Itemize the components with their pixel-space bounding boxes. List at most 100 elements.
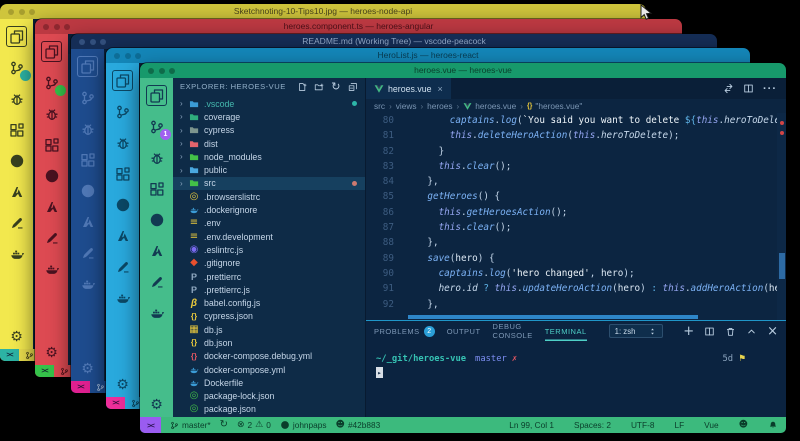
file-tree-item-Dockerfile[interactable]: Dockerfile [173, 376, 365, 389]
zoom-window-button[interactable] [64, 24, 70, 30]
sync-status[interactable]: ↻ [220, 420, 228, 430]
activity-source-control-icon[interactable] [77, 87, 98, 108]
eol-status[interactable]: LF [674, 420, 684, 430]
activity-pen-icon[interactable] [6, 212, 27, 233]
editor-scrollbar[interactable] [777, 113, 786, 320]
file-tree-item-src[interactable]: ›src [173, 177, 365, 190]
activity-settings-icon[interactable]: ⚙ [140, 398, 173, 412]
file-tree-item-node-modules[interactable]: ›node_modules [173, 150, 365, 163]
titlebar[interactable]: README.md (Working Tree) — vscode-peacoc… [71, 34, 717, 49]
peacock-color-status[interactable]: ☻#42b883 [336, 420, 381, 430]
language-status[interactable]: Vue [704, 420, 718, 430]
activity-source-control-icon[interactable] [6, 57, 27, 78]
file-tree-item-public[interactable]: ›public [173, 163, 365, 176]
file-tree-item--prettierrc-js[interactable]: P.prettierrc.js [173, 283, 365, 296]
close-window-button[interactable] [79, 39, 85, 45]
split-editor-icon[interactable] [743, 83, 754, 94]
activity-pen-icon[interactable] [146, 271, 167, 292]
activity-docker-icon[interactable] [146, 302, 167, 323]
titlebar[interactable]: Sketchnoting-10-Tips10.jpg — heroes-node… [0, 4, 646, 19]
file-tree-item-db-json[interactable]: {}db.json [173, 336, 365, 349]
zoom-window-button[interactable] [29, 9, 35, 15]
minimize-window-button[interactable] [54, 24, 60, 30]
activity-github-icon[interactable] [41, 165, 62, 186]
activity-explorer-icon[interactable] [146, 85, 167, 106]
activity-github-icon[interactable] [146, 209, 167, 230]
collapse-panel-icon[interactable] [746, 326, 757, 337]
breadcrumb-item[interactable]: {}"heroes.vue" [527, 101, 582, 111]
activity-extensions-icon[interactable] [112, 163, 133, 184]
refresh-icon[interactable]: ↻ [331, 81, 341, 92]
horizontal-scrollbar-thumb[interactable] [408, 315, 698, 319]
activity-azure-icon[interactable] [77, 211, 98, 232]
terminal-shell-select[interactable]: 1: zsh [609, 324, 664, 338]
traffic-lights[interactable] [114, 53, 141, 59]
activity-source-control-icon[interactable] [112, 101, 133, 122]
close-window-button[interactable] [114, 53, 120, 59]
file-tree-item--vscode[interactable]: ›.vscode [173, 97, 365, 110]
code-editor[interactable]: 80captains.log(`You said you want to del… [366, 113, 786, 320]
zoom-window-button[interactable] [100, 39, 106, 45]
activity-explorer-icon[interactable] [41, 41, 62, 62]
scrollbar-thumb[interactable] [779, 253, 785, 279]
activity-debug-icon[interactable] [41, 103, 62, 124]
file-tree-item-package-json[interactable]: ◎package.json [173, 403, 365, 416]
line-col-status[interactable]: Ln 99, Col 1 [509, 420, 554, 430]
close-window-button[interactable] [8, 9, 14, 15]
activity-extensions-icon[interactable] [41, 134, 62, 155]
traffic-lights[interactable] [43, 24, 70, 30]
activity-azure-icon[interactable] [41, 196, 62, 217]
split-panel-icon[interactable] [704, 326, 715, 337]
collapse-all-icon[interactable] [348, 82, 358, 92]
file-tree-item-babel-config-js[interactable]: βbabel.config.js [173, 296, 365, 309]
remote-indicator[interactable]: >< [0, 349, 19, 361]
traffic-lights[interactable] [79, 39, 106, 45]
file-tree-item--browserslistrc[interactable]: ◎.browserslistrc [173, 190, 365, 203]
activity-pen-icon[interactable] [41, 227, 62, 248]
activity-docker-icon[interactable] [6, 243, 27, 264]
activity-docker-icon[interactable] [77, 273, 98, 294]
activity-github-icon[interactable] [77, 180, 98, 201]
file-tree-item-cypress[interactable]: ›cypress [173, 124, 365, 137]
activity-extensions-icon[interactable] [6, 119, 27, 140]
notifications-status[interactable] [768, 420, 778, 430]
activity-settings-icon[interactable]: ⚙ [35, 346, 68, 360]
panel-tab-output[interactable]: OUTPUT [447, 321, 481, 341]
remote-indicator[interactable]: >< [106, 397, 125, 409]
activity-pen-icon[interactable] [112, 256, 133, 277]
minimize-window-button[interactable] [90, 39, 96, 45]
activity-explorer-icon[interactable] [77, 56, 98, 77]
activity-debug-icon[interactable] [146, 147, 167, 168]
activity-azure-icon[interactable] [6, 181, 27, 202]
more-actions-icon[interactable]: ··· [763, 83, 777, 95]
titlebar[interactable]: heroes.component.ts — heroes-angular [35, 19, 682, 34]
panel-tab-debug-console[interactable]: DEBUG CONSOLE [493, 321, 533, 341]
traffic-lights[interactable] [148, 68, 175, 74]
activity-pen-icon[interactable] [77, 242, 98, 263]
activity-settings-icon[interactable]: ⚙ [0, 330, 33, 344]
file-tree-item--env-development[interactable]: ≡.env.development [173, 230, 365, 243]
close-window-button[interactable] [148, 68, 154, 74]
file-tree-item--eslintrc-js[interactable]: ◉.eslintrc.js [173, 243, 365, 256]
panel-tab-terminal[interactable]: TERMINAL [545, 321, 587, 341]
close-window-button[interactable] [43, 24, 49, 30]
file-tree-item-package-lock-json[interactable]: ◎package-lock.json [173, 390, 365, 403]
new-terminal-icon[interactable]: + [683, 325, 694, 338]
open-changes-icon[interactable] [723, 83, 734, 94]
file-tree-item--prettierrc[interactable]: P.prettierrc [173, 270, 365, 283]
activity-source-control-icon[interactable]: 1 [146, 116, 167, 137]
traffic-lights[interactable] [8, 9, 35, 15]
file-tree-item-cypress-json[interactable]: {}cypress.json [173, 310, 365, 323]
file-tree-item-dist[interactable]: ›dist [173, 137, 365, 150]
file-tree-item-db-js[interactable]: ▦db.js [173, 323, 365, 336]
activity-debug-icon[interactable] [112, 132, 133, 153]
activity-debug-icon[interactable] [77, 118, 98, 139]
breadcrumb-item[interactable]: views [396, 101, 417, 111]
remote-indicator[interactable]: >< [35, 365, 54, 377]
new-folder-icon[interactable] [314, 82, 324, 92]
activity-docker-icon[interactable] [41, 258, 62, 279]
titlebar[interactable]: HeroList.js — heroes-react [106, 48, 750, 63]
github-user-status[interactable]: johnpaps [280, 420, 327, 430]
activity-explorer-icon[interactable] [112, 70, 133, 91]
zoom-window-button[interactable] [169, 68, 175, 74]
